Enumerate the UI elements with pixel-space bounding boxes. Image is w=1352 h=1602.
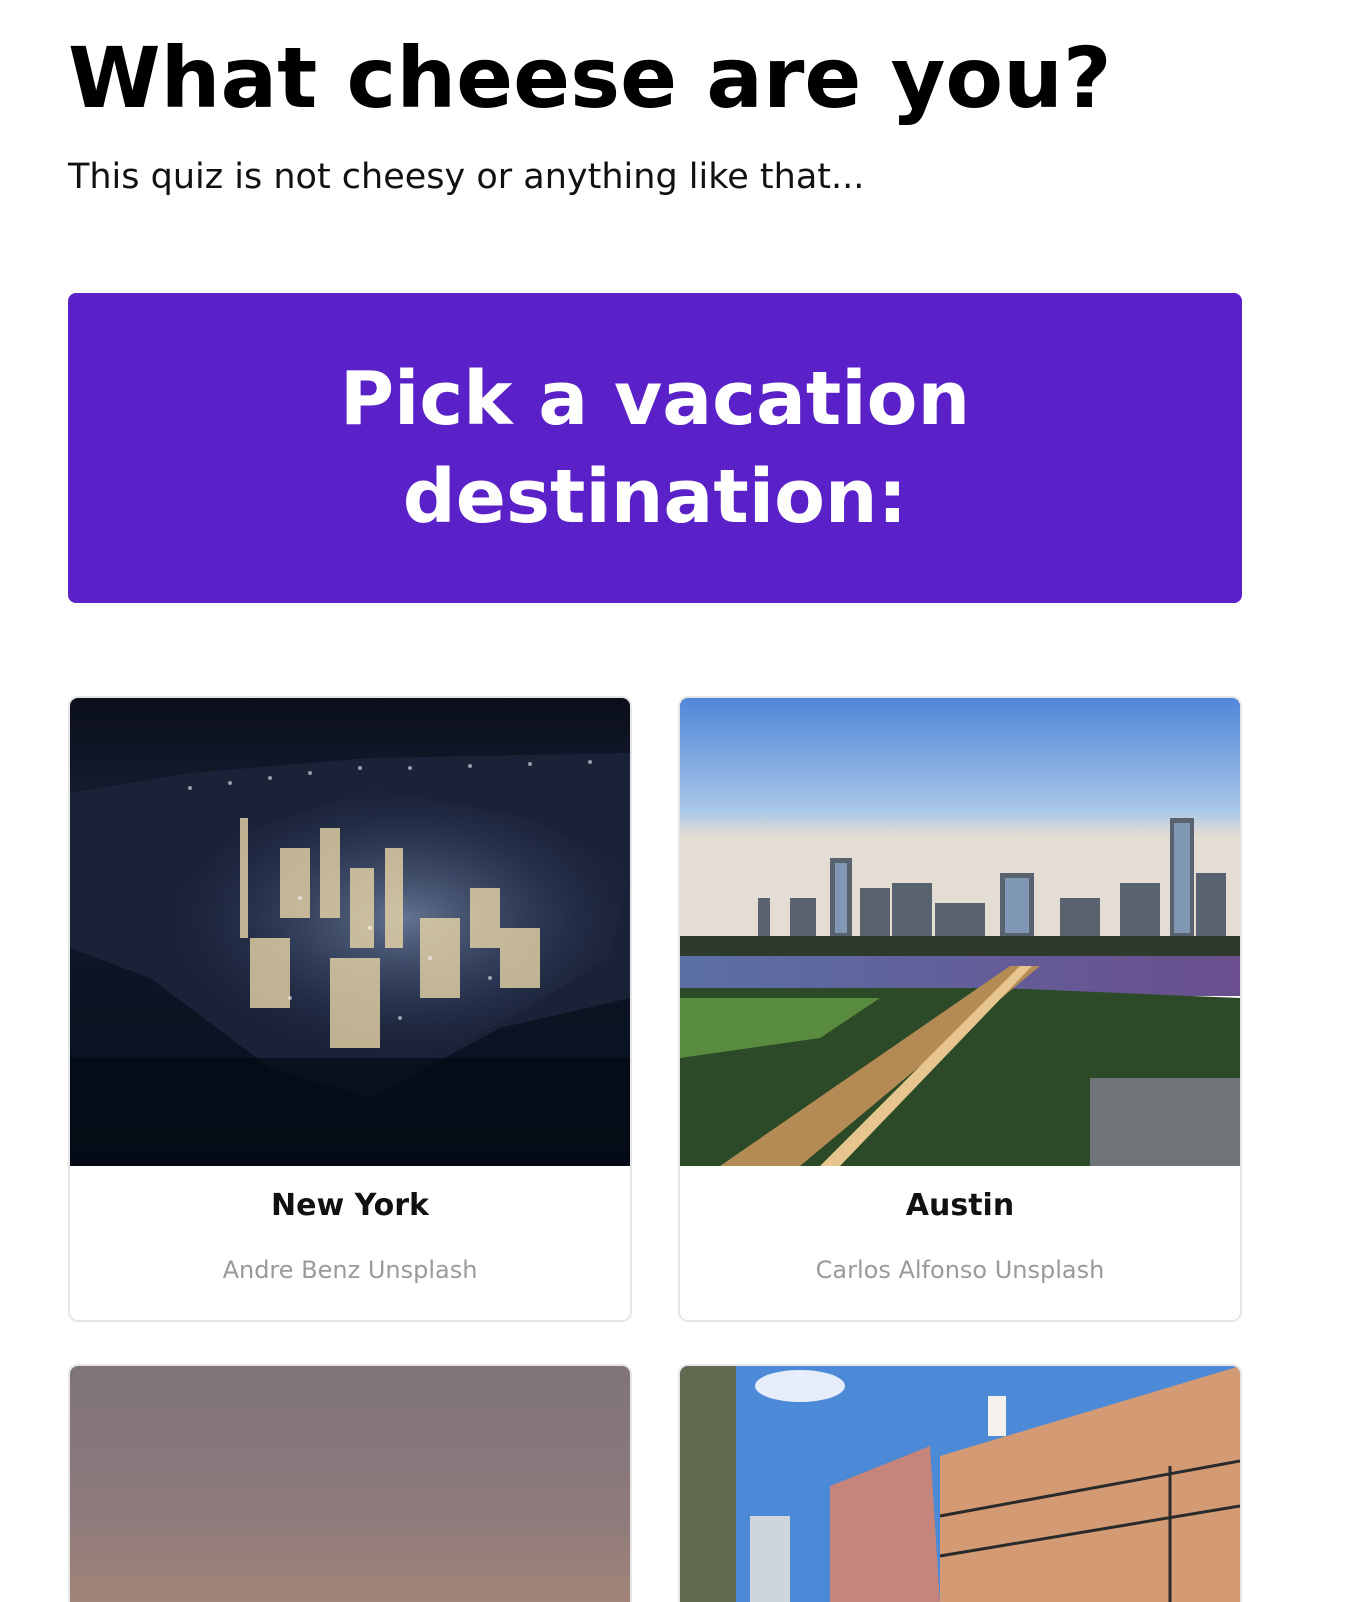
photo-credit: Carlos Alfonso Unsplash bbox=[815, 1256, 1105, 1284]
quiz-page: What cheese are you? This quiz is not ch… bbox=[0, 0, 1352, 1602]
question-banner: Pick a vacation destination: bbox=[68, 293, 1242, 603]
option-label: Austin bbox=[905, 1188, 1015, 1223]
answer-option-3[interactable] bbox=[68, 1364, 632, 1602]
new-york-photo bbox=[70, 698, 630, 1166]
answer-option-4[interactable] bbox=[678, 1364, 1242, 1602]
option-3-photo bbox=[70, 1366, 630, 1602]
option-label: New York bbox=[271, 1188, 429, 1223]
photo-credit: Andre Benz Unsplash bbox=[222, 1256, 478, 1284]
quiz-title: What cheese are you? bbox=[68, 29, 1112, 127]
austin-photo bbox=[680, 698, 1240, 1166]
quiz-subtitle: This quiz is not cheesy or anything like… bbox=[68, 157, 865, 197]
answer-option-new-york[interactable]: New York Andre Benz Unsplash bbox=[68, 696, 632, 1322]
option-4-photo bbox=[680, 1366, 1240, 1602]
question-text: Pick a vacation destination: bbox=[339, 356, 971, 540]
answer-option-austin[interactable]: Austin Carlos Alfonso Unsplash bbox=[678, 696, 1242, 1322]
